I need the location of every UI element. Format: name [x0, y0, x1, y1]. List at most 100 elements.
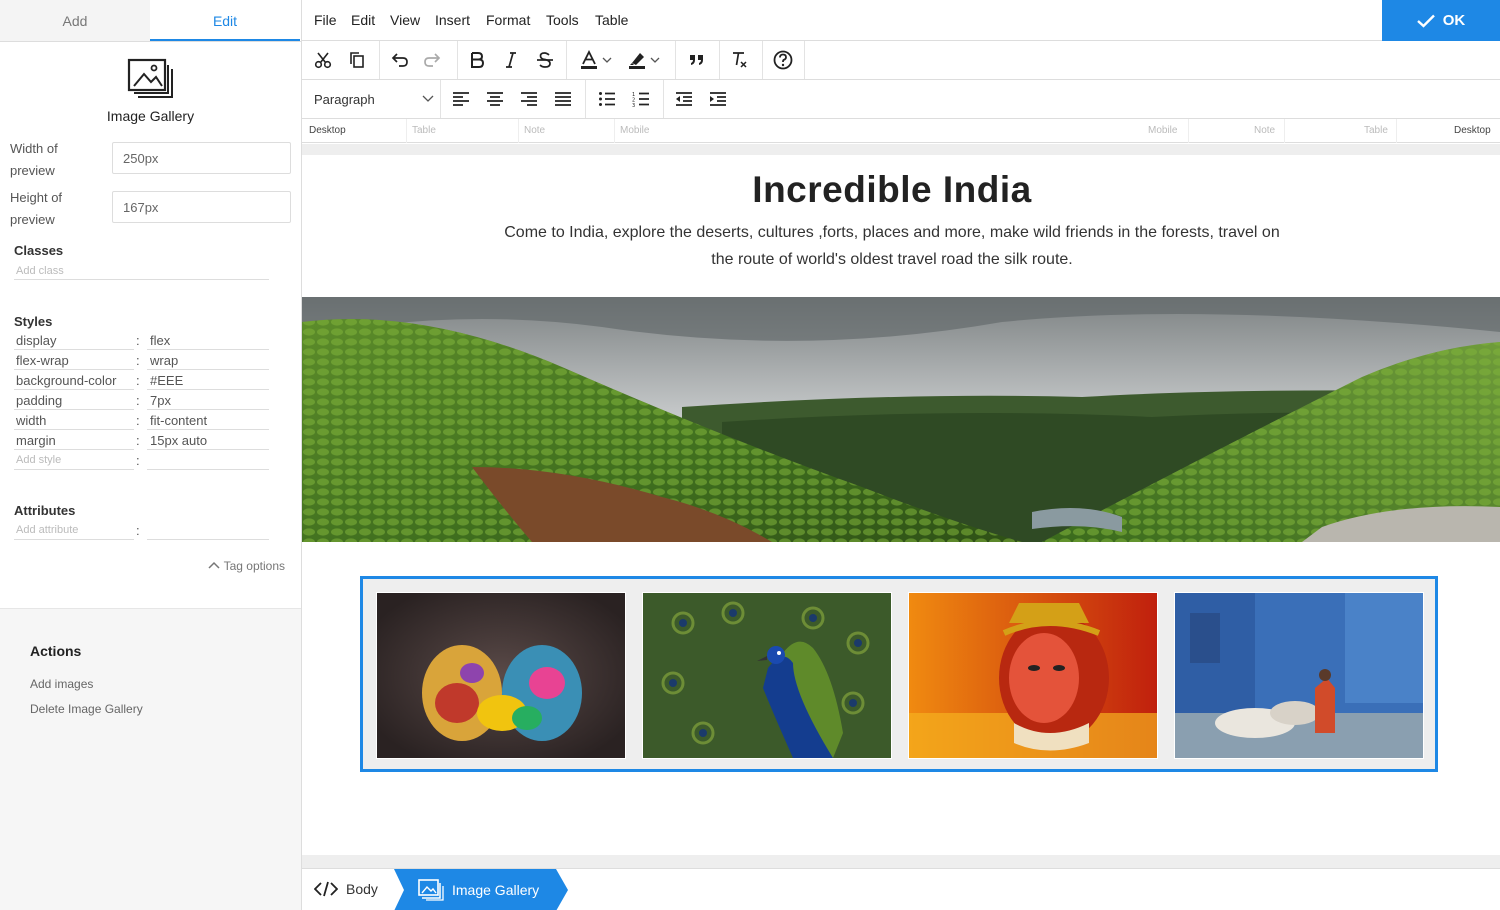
numbered-list-button[interactable]: 123: [624, 80, 658, 118]
add-attribute-input[interactable]: Add attribute: [14, 522, 134, 540]
undo-button[interactable]: [382, 41, 416, 79]
ok-button[interactable]: OK: [1382, 0, 1500, 41]
style-key[interactable]: background-color: [14, 372, 134, 390]
menu-file[interactable]: File: [314, 12, 337, 28]
delete-gallery-action[interactable]: Delete Image Gallery: [30, 702, 143, 716]
actions-title: Actions: [30, 643, 82, 659]
text-color-icon: [581, 50, 597, 69]
align-left-button[interactable]: [444, 80, 478, 118]
quote-icon: [690, 55, 703, 65]
style-row: margin : 15px auto: [14, 432, 269, 452]
style-key[interactable]: flex-wrap: [14, 352, 134, 370]
help-button[interactable]: [766, 41, 800, 79]
style-value[interactable]: flex: [147, 332, 269, 350]
highlight-color-dropdown[interactable]: [646, 41, 664, 79]
outdent-button[interactable]: [667, 80, 701, 118]
holi-hands-image: [377, 593, 625, 758]
tab-add[interactable]: Add: [0, 0, 150, 41]
cut-button[interactable]: [306, 41, 340, 79]
justify-button[interactable]: [546, 80, 580, 118]
gallery-image[interactable]: [642, 592, 892, 759]
tab-edit[interactable]: Edit: [150, 0, 300, 41]
menu-view[interactable]: View: [390, 12, 420, 28]
menu-format[interactable]: Format: [486, 12, 530, 28]
menu-edit[interactable]: Edit: [351, 12, 375, 28]
hero-image[interactable]: [302, 297, 1500, 542]
add-attribute-value-input[interactable]: [147, 522, 269, 540]
add-images-action[interactable]: Add images: [30, 677, 93, 691]
copy-button[interactable]: [340, 41, 374, 79]
justify-icon: [555, 92, 571, 106]
gallery-image[interactable]: [1174, 592, 1424, 759]
style-value[interactable]: wrap: [147, 352, 269, 370]
bold-icon: [471, 52, 485, 68]
height-input[interactable]: [112, 191, 291, 223]
ruler-label-table[interactable]: Table: [1364, 125, 1388, 136]
tag-options-label: Tag options: [223, 559, 285, 573]
ruler-label-table[interactable]: Table: [412, 125, 436, 136]
ruler-label-mobile[interactable]: Mobile: [620, 125, 649, 136]
italic-button[interactable]: [494, 41, 528, 79]
height-label: Height of preview: [10, 187, 90, 231]
align-center-button[interactable]: [478, 80, 512, 118]
align-right-button[interactable]: [512, 80, 546, 118]
style-key[interactable]: margin: [14, 432, 134, 450]
ruler-divider: [406, 119, 407, 143]
ruler-label-desktop[interactable]: Desktop: [309, 125, 346, 136]
toolbar-divider: [663, 80, 664, 118]
style-value[interactable]: 15px auto: [147, 432, 269, 450]
ruler-label-note[interactable]: Note: [1254, 125, 1275, 136]
add-style-value-input[interactable]: [147, 452, 269, 470]
width-input[interactable]: [112, 142, 291, 174]
gallery-image[interactable]: [908, 592, 1158, 759]
breadcrumb-gallery-label: Image Gallery: [452, 882, 540, 898]
image-gallery-icon: [418, 879, 444, 901]
redo-icon: [424, 53, 441, 67]
redo-button[interactable]: [416, 41, 450, 79]
bold-button[interactable]: [460, 41, 494, 79]
panel-tabs: Add Edit: [0, 0, 301, 42]
menu-tools[interactable]: Tools: [546, 12, 579, 28]
toolbar-divider: [675, 41, 676, 79]
ruler-divider: [518, 119, 519, 143]
style-value[interactable]: 7px: [147, 392, 269, 410]
breadcrumb-body[interactable]: Body: [313, 881, 378, 897]
height-label-line1: Height of: [10, 190, 63, 205]
strikethrough-icon: [537, 52, 553, 68]
attributes-title: Attributes: [14, 503, 76, 518]
blockquote-button[interactable]: [680, 41, 714, 79]
text-color-dropdown[interactable]: [598, 41, 616, 79]
undo-icon: [391, 53, 408, 67]
gallery-image[interactable]: [376, 592, 626, 759]
style-separator: :: [136, 393, 140, 408]
add-style-row: Add style :: [14, 452, 269, 472]
page-content[interactable]: Incredible India Come to India, explore …: [302, 155, 1500, 855]
style-value[interactable]: #EEE: [147, 372, 269, 390]
menu-table[interactable]: Table: [595, 12, 628, 28]
add-class-input[interactable]: Add class: [14, 264, 269, 280]
image-gallery[interactable]: [360, 576, 1438, 772]
indent-button[interactable]: [701, 80, 735, 118]
style-row: width : fit-content: [14, 412, 269, 432]
ruler-label-note[interactable]: Note: [524, 125, 545, 136]
add-style-input[interactable]: Add style: [14, 452, 134, 470]
clear-formatting-button[interactable]: [723, 41, 757, 79]
ruler-label-mobile[interactable]: Mobile: [1148, 125, 1177, 136]
ruler-label-desktop[interactable]: Desktop: [1454, 125, 1491, 136]
style-key[interactable]: width: [14, 412, 134, 430]
strikethrough-button[interactable]: [528, 41, 562, 79]
toolbar-divider: [566, 41, 567, 79]
bullet-list-button[interactable]: [590, 80, 624, 118]
menu-insert[interactable]: Insert: [435, 12, 470, 28]
page-title[interactable]: Incredible India: [302, 169, 1482, 211]
page-description[interactable]: Come to India, explore the deserts, cult…: [492, 219, 1292, 273]
tag-options-toggle[interactable]: Tag options: [208, 559, 285, 573]
style-value[interactable]: fit-content: [147, 412, 269, 430]
blue-city-image: [1175, 593, 1423, 758]
block-format-select[interactable]: Paragraph: [314, 92, 434, 107]
toolbar-primary: [302, 41, 1500, 80]
style-key[interactable]: padding: [14, 392, 134, 410]
ruler-divider: [1396, 119, 1397, 143]
highlighter-icon: [629, 53, 645, 69]
style-key[interactable]: display: [14, 332, 134, 350]
